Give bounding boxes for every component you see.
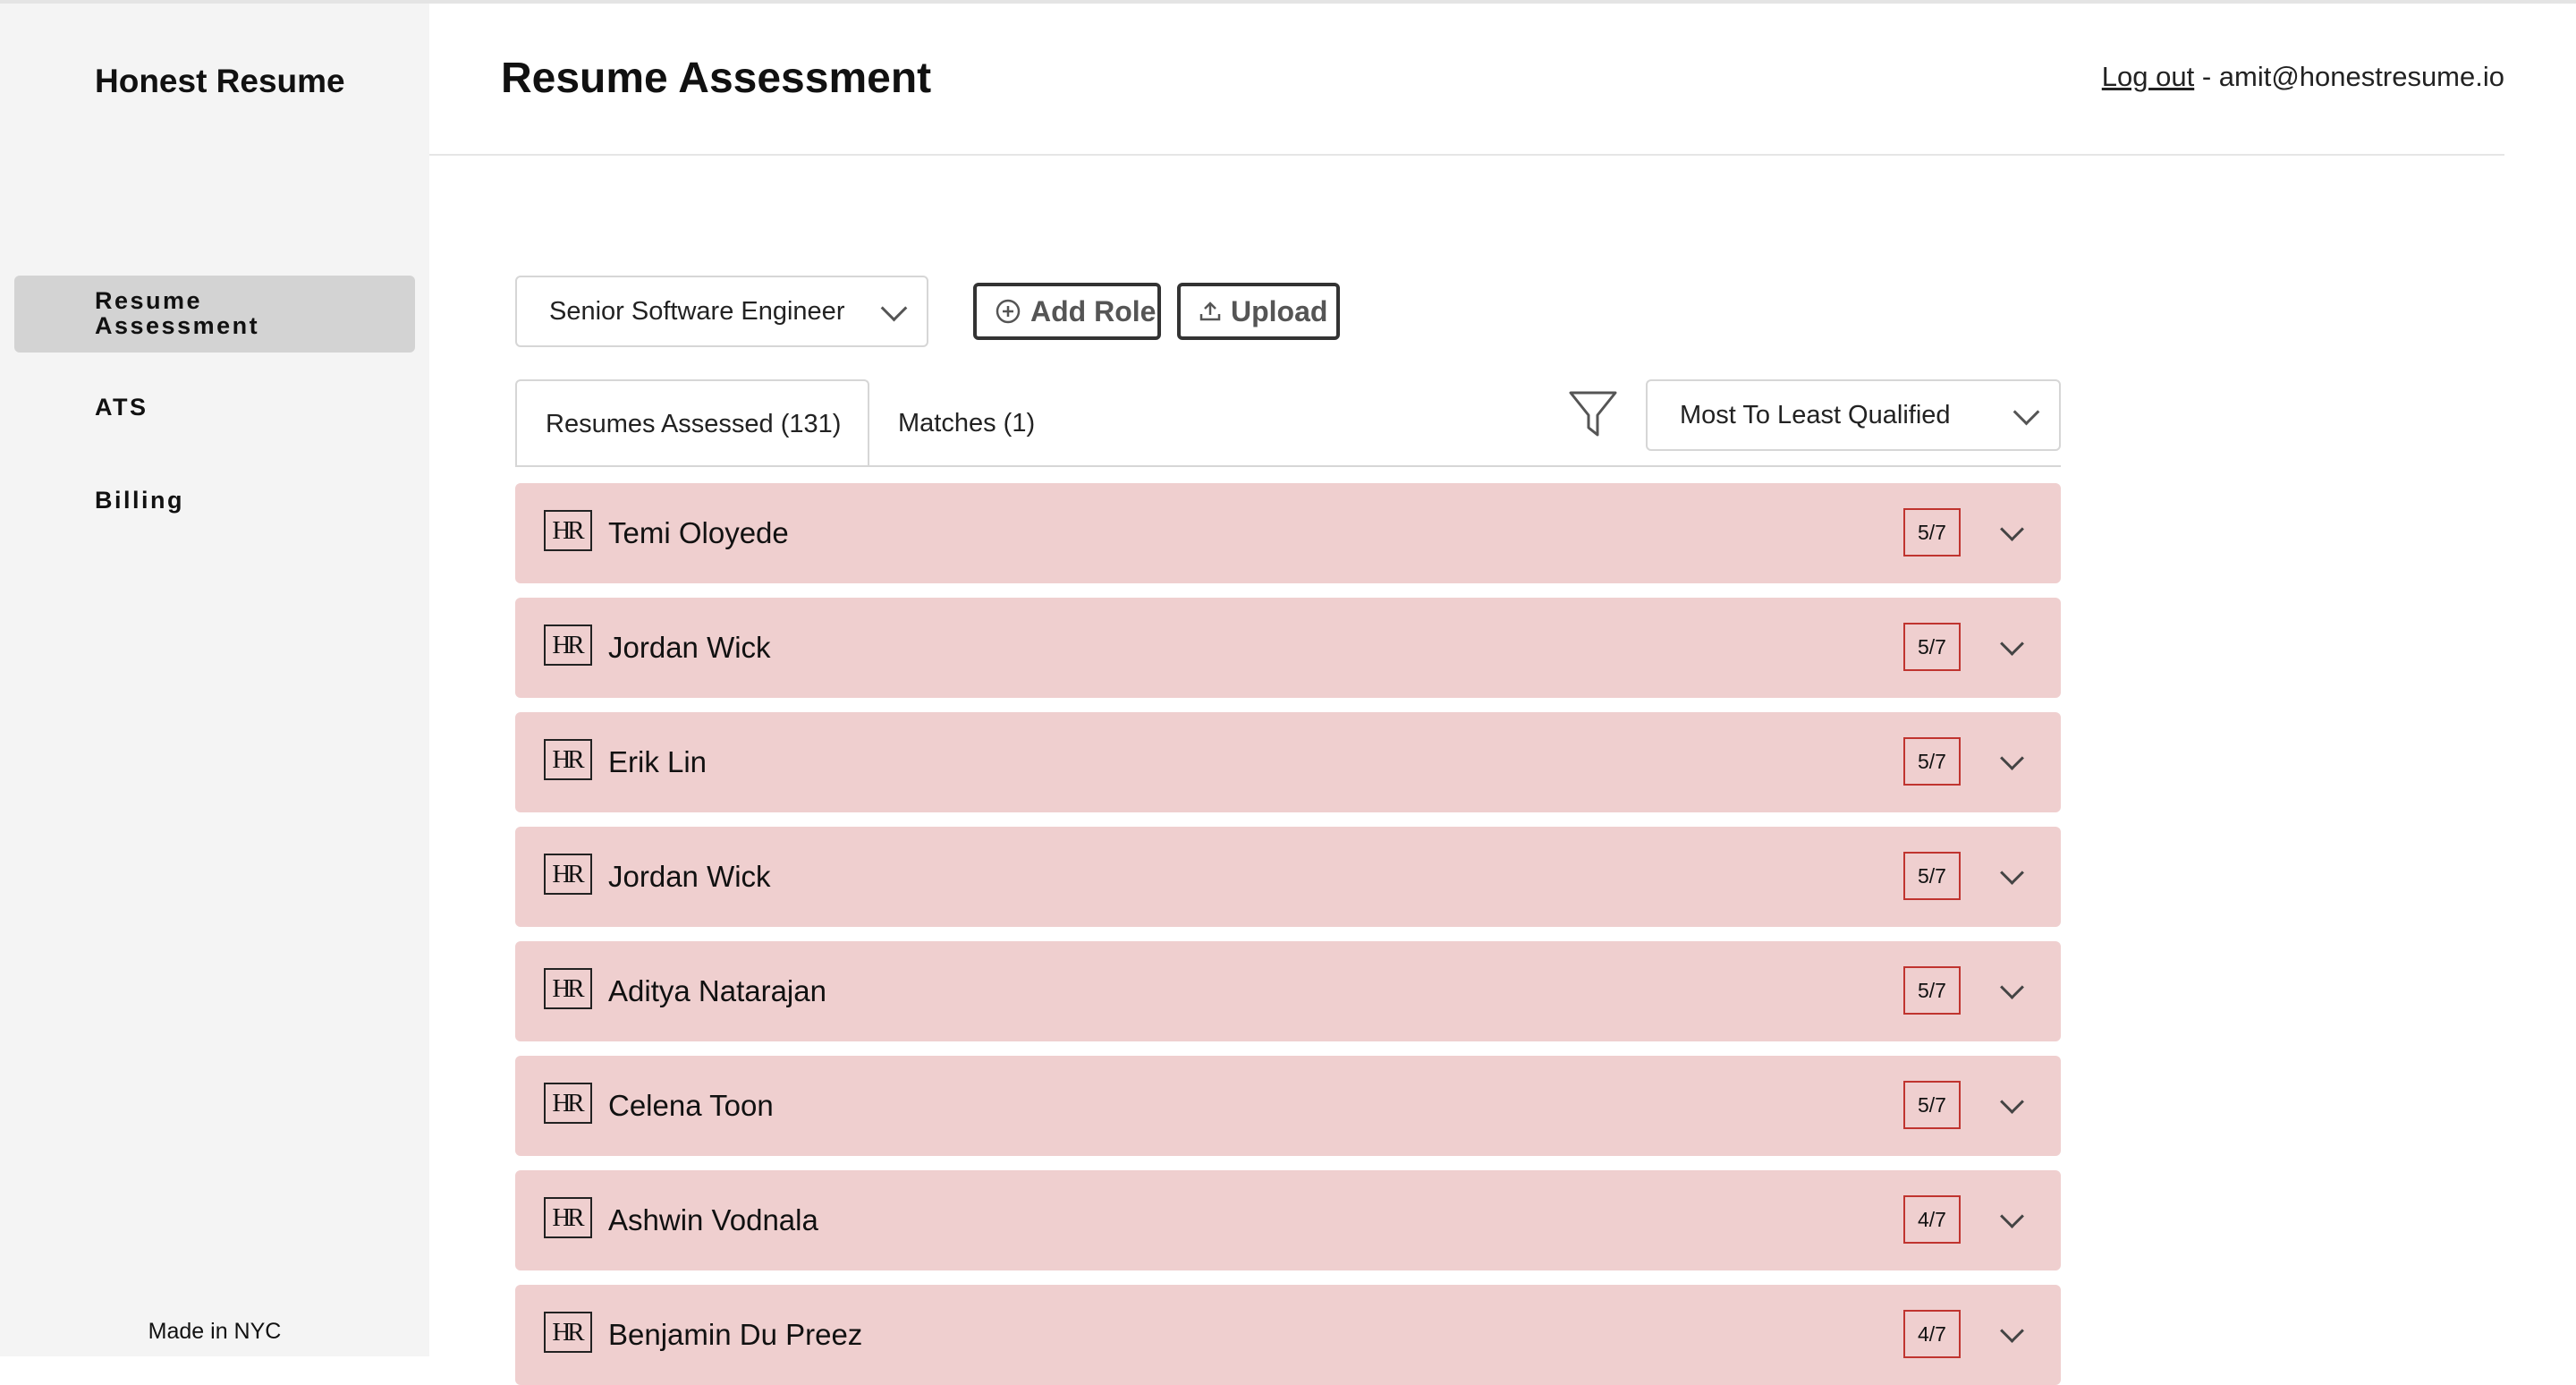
hr-logo-icon: HR bbox=[544, 625, 592, 666]
tabs-divider bbox=[515, 465, 2061, 467]
score-badge: 4/7 bbox=[1903, 1310, 1961, 1358]
plus-circle-icon bbox=[995, 298, 1021, 325]
filter-icon[interactable] bbox=[1567, 388, 1619, 440]
hr-logo-icon: HR bbox=[544, 854, 592, 895]
candidate-name: Celena Toon bbox=[608, 1089, 774, 1122]
sidebar-item-ats[interactable]: ATS bbox=[14, 394, 415, 429]
chevron-down-icon[interactable] bbox=[2000, 632, 2024, 656]
chevron-down-icon[interactable] bbox=[2000, 861, 2024, 885]
chevron-down-icon[interactable] bbox=[2000, 1319, 2024, 1343]
sidebar-item-resume-assessment[interactable]: Resume Assessment bbox=[14, 276, 415, 353]
candidate-name: Temi Oloyede bbox=[608, 516, 789, 549]
upload-label: Upload bbox=[1231, 294, 1328, 327]
header-divider bbox=[429, 154, 2504, 156]
role-select-value: Senior Software Engineer bbox=[549, 296, 845, 326]
sidebar: Honest Resume Resume Assessment ATS Bill… bbox=[0, 4, 429, 1356]
hr-logo-icon: HR bbox=[544, 1197, 592, 1238]
upload-icon bbox=[1199, 300, 1222, 323]
chevron-down-icon[interactable] bbox=[2000, 1090, 2024, 1114]
candidate-row[interactable]: HR Celena Toon 5/7 bbox=[515, 1056, 2061, 1156]
score-badge: 5/7 bbox=[1903, 508, 1961, 557]
hr-logo-icon: HR bbox=[544, 1083, 592, 1124]
chevron-down-icon bbox=[2012, 398, 2040, 426]
sidebar-item-label: Resume Assessment bbox=[95, 287, 260, 339]
candidate-row[interactable]: HR Temi Oloyede 5/7 bbox=[515, 483, 2061, 583]
candidate-name: Erik Lin bbox=[608, 745, 708, 778]
chevron-down-icon[interactable] bbox=[2000, 517, 2024, 541]
hr-logo-icon: HR bbox=[544, 968, 592, 1009]
tab-matches[interactable]: Matches (1) bbox=[871, 379, 1086, 467]
hr-logo-icon: HR bbox=[544, 739, 592, 780]
score-badge: 5/7 bbox=[1903, 852, 1961, 900]
sort-select[interactable]: Most To Least Qualified bbox=[1646, 379, 2061, 451]
tab-label: Matches (1) bbox=[898, 408, 1036, 438]
upload-button[interactable]: Upload bbox=[1177, 283, 1340, 340]
sort-select-value: Most To Least Qualified bbox=[1680, 400, 1951, 429]
candidate-row[interactable]: HR Jordan Wick 5/7 bbox=[515, 827, 2061, 927]
candidate-name: Ashwin Vodnala bbox=[608, 1203, 818, 1236]
sidebar-item-label: Billing bbox=[95, 487, 184, 514]
sidebar-item-billing[interactable]: Billing bbox=[14, 487, 415, 523]
score-badge: 5/7 bbox=[1903, 737, 1961, 786]
chevron-down-icon[interactable] bbox=[2000, 975, 2024, 999]
role-select[interactable]: Senior Software Engineer bbox=[515, 276, 928, 347]
brand-logo[interactable]: Honest Resume bbox=[95, 63, 345, 100]
score-badge: 5/7 bbox=[1903, 1081, 1961, 1129]
candidate-name: Aditya Natarajan bbox=[608, 974, 826, 1007]
candidate-row[interactable]: HR Jordan Wick 5/7 bbox=[515, 598, 2061, 698]
hr-logo-icon: HR bbox=[544, 1312, 592, 1353]
sidebar-item-label: ATS bbox=[95, 394, 148, 421]
chevron-down-icon[interactable] bbox=[2000, 1204, 2024, 1228]
logout-link[interactable]: Log out bbox=[2102, 61, 2194, 92]
account-area: Log out - amit@honestresume.io bbox=[2102, 61, 2504, 93]
candidate-name: Jordan Wick bbox=[608, 631, 771, 664]
score-badge: 4/7 bbox=[1903, 1195, 1961, 1244]
page-title: Resume Assessment bbox=[501, 55, 932, 102]
tab-label: Resumes Assessed (131) bbox=[546, 409, 842, 438]
candidate-name: Jordan Wick bbox=[608, 860, 771, 893]
tab-resumes-assessed[interactable]: Resumes Assessed (131) bbox=[515, 379, 869, 467]
chevron-down-icon bbox=[880, 294, 908, 322]
chevron-down-icon[interactable] bbox=[2000, 746, 2024, 770]
candidate-row[interactable]: HR Benjamin Du Preez 4/7 bbox=[515, 1285, 2061, 1385]
candidate-row[interactable]: HR Aditya Natarajan 5/7 bbox=[515, 941, 2061, 1041]
score-badge: 5/7 bbox=[1903, 623, 1961, 671]
add-role-button[interactable]: Add Role bbox=[973, 283, 1161, 340]
user-email: - amit@honestresume.io bbox=[2194, 61, 2504, 92]
candidate-name: Benjamin Du Preez bbox=[608, 1318, 863, 1351]
hr-logo-icon: HR bbox=[544, 510, 592, 551]
footer-text: Made in NYC bbox=[148, 1319, 282, 1344]
candidate-row[interactable]: HR Ashwin Vodnala 4/7 bbox=[515, 1170, 2061, 1270]
candidate-row[interactable]: HR Erik Lin 5/7 bbox=[515, 712, 2061, 812]
add-role-label: Add Role bbox=[1030, 294, 1157, 327]
score-badge: 5/7 bbox=[1903, 966, 1961, 1015]
